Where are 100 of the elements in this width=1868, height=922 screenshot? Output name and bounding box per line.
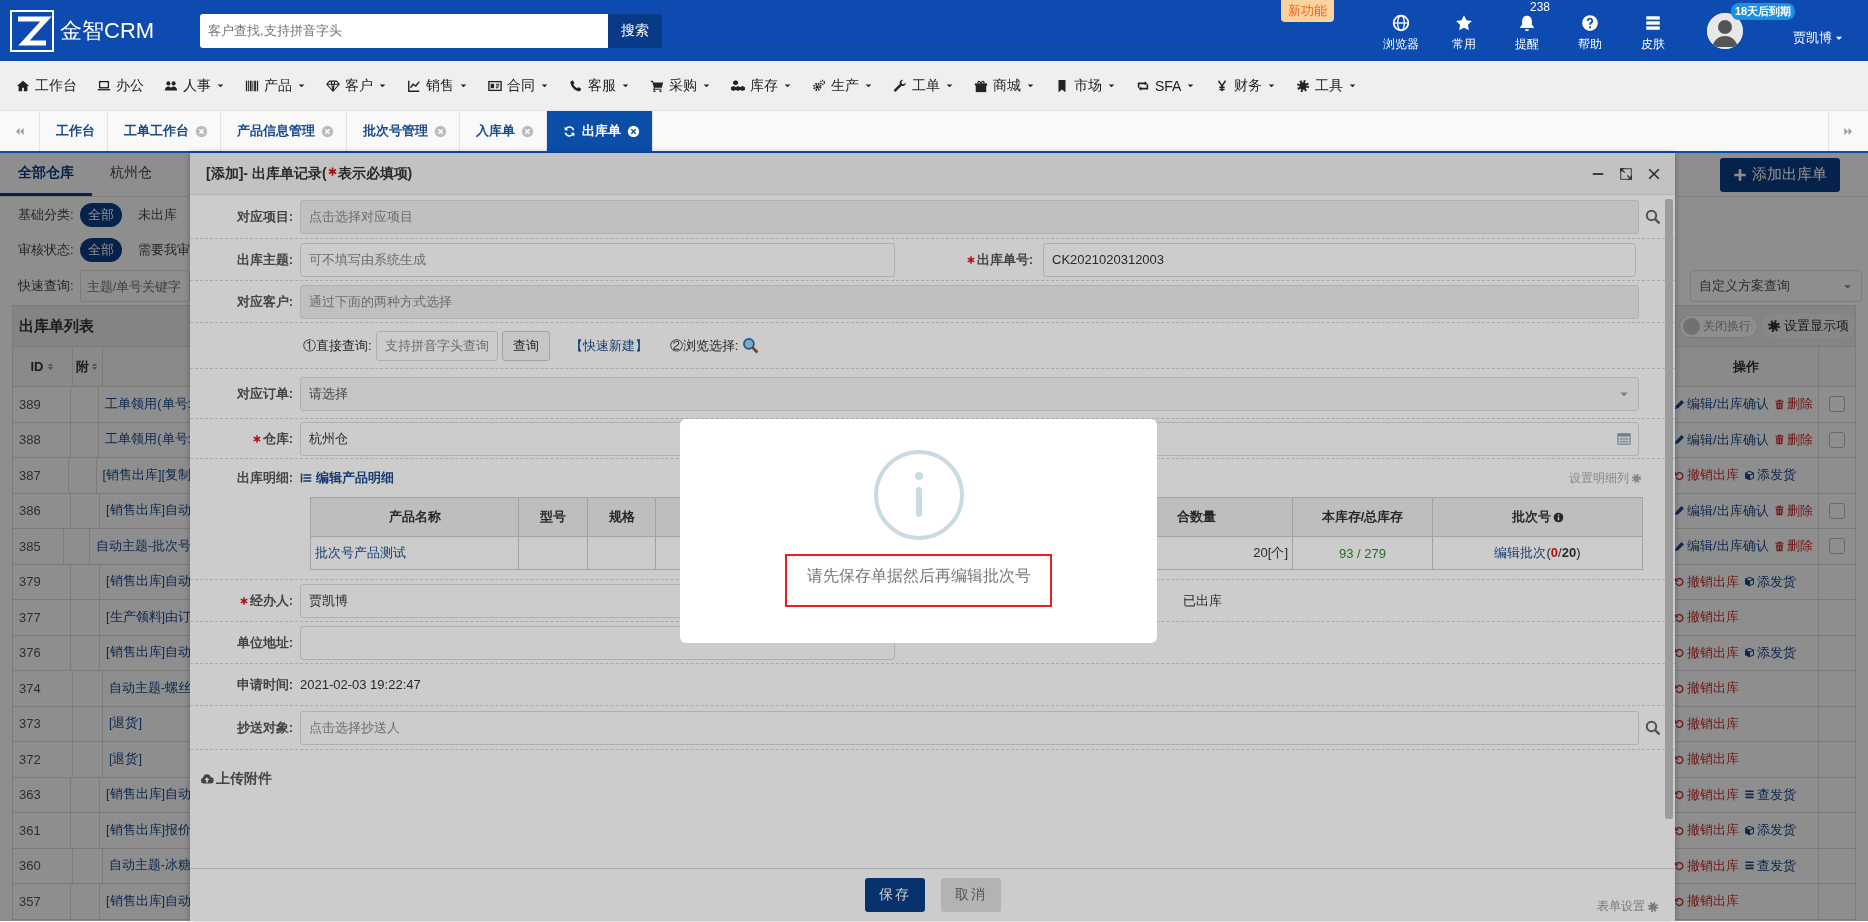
select-field[interactable]: 请选择 (300, 376, 1639, 411)
action-link[interactable]: 添发货 (1744, 572, 1796, 591)
query-button[interactable]: 查询 (501, 330, 550, 361)
action-link[interactable]: 撤销出库 (1674, 572, 1739, 591)
text-field[interactable]: 可不填写由系统生成 (300, 242, 895, 277)
menu-item[interactable]: 办公 (87, 61, 154, 110)
subject-link[interactable]: 工单领用(单号: (99, 431, 191, 449)
search-icon[interactable] (1645, 208, 1661, 225)
edit-details-link[interactable]: 编辑产品明细 (300, 469, 394, 487)
search-field[interactable]: 客户查找,支持拼音字头 (200, 13, 608, 48)
toolbar-button[interactable]: 浏览器 (1370, 0, 1431, 61)
subject-link[interactable]: [生产领料]由订 (100, 608, 191, 626)
maximize-icon[interactable] (1619, 166, 1633, 181)
subject-link[interactable]: [销售出库]报价 (100, 821, 191, 839)
menu-item[interactable]: 客服 (559, 61, 640, 110)
action-link[interactable]: 撤销出库 (1674, 821, 1739, 840)
text-field[interactable]: 支持拼音字头查询 (375, 330, 498, 361)
text-field[interactable]: 点击选择对应项目 (300, 199, 1639, 234)
menu-item[interactable]: SFA (1126, 61, 1206, 110)
action-link[interactable]: 撤销出库 (1674, 750, 1739, 769)
toolbar-button[interactable]: 帮助 (1559, 0, 1620, 61)
action-link[interactable]: 删除 (1773, 430, 1813, 449)
scrollbar[interactable] (1665, 199, 1673, 819)
tab[interactable]: 批次号管理 (347, 111, 460, 151)
subject-link[interactable]: [销售出库]自动 (100, 644, 191, 662)
search-button[interactable]: 搜索 (608, 13, 662, 48)
action-link[interactable]: 撤销出库 (1674, 466, 1739, 485)
calendar-icon[interactable] (1617, 431, 1631, 446)
upload-link[interactable]: 上传附件 (200, 770, 272, 788)
toolbar-button[interactable]: 皮肤 (1622, 0, 1683, 61)
sort-icon[interactable] (45, 361, 55, 372)
action-link[interactable]: 撤销出库 (1674, 714, 1739, 733)
checkbox[interactable] (1829, 431, 1845, 448)
action-link[interactable]: 添发货 (1744, 643, 1796, 662)
checkbox[interactable] (1829, 396, 1845, 413)
user-menu[interactable]: 贾凯博 (1793, 28, 1844, 47)
save-button[interactable]: 保存 (864, 878, 925, 912)
select-field[interactable]: 自定义方案查询 (1690, 270, 1862, 302)
menu-item[interactable]: 人事 (154, 61, 235, 110)
close-icon[interactable] (1647, 166, 1661, 181)
search-icon[interactable] (1645, 719, 1661, 736)
edit-batch-link[interactable]: 编辑批次 (1494, 545, 1547, 560)
tab[interactable]: 工单工作台 (108, 111, 221, 151)
action-link[interactable]: 撤销出库 (1674, 679, 1739, 698)
filter-option[interactable]: 全部 (79, 237, 122, 262)
sort-icon[interactable] (90, 361, 99, 372)
action-link[interactable]: 撤销出库 (1674, 643, 1739, 662)
filter-option[interactable]: 全部 (79, 202, 122, 227)
menu-item[interactable]: 工具 (1286, 61, 1368, 110)
checkbox[interactable] (1829, 502, 1845, 519)
menu-item[interactable]: 市场 (1045, 61, 1126, 110)
action-link[interactable]: 撤销出库 (1674, 892, 1739, 911)
action-link[interactable]: 编辑/出库确认 (1674, 395, 1769, 414)
menu-item[interactable]: 财务 (1205, 61, 1287, 110)
action-link[interactable]: 撤销出库 (1674, 856, 1739, 875)
menu-item[interactable]: 库存 (721, 61, 802, 110)
magnifier-icon[interactable] (742, 337, 760, 354)
tab[interactable]: 全部仓库 (0, 153, 92, 196)
menu-item[interactable]: 工作台 (6, 61, 87, 110)
filter-option[interactable]: 未出库 (129, 202, 185, 227)
action-link[interactable]: 添发货 (1744, 821, 1796, 840)
action-link[interactable]: 查发货 (1744, 785, 1796, 804)
action-link[interactable]: 编辑/出库确认 (1674, 501, 1769, 520)
subject-link[interactable]: [销售出库]自动 (100, 573, 191, 591)
action-link[interactable]: 删除 (1773, 395, 1813, 414)
tab[interactable]: 工作台 (40, 111, 108, 151)
form-settings-link[interactable]: 表单设置 (1597, 898, 1659, 915)
display-settings-button[interactable]: 设置显示项 (1762, 314, 1854, 338)
menu-item[interactable]: 生产 (802, 61, 883, 110)
tab[interactable]: 杭州仓 (92, 153, 170, 196)
toolbar-button[interactable]: 238 提醒 (1496, 0, 1557, 61)
subject-link[interactable]: 自动主题-螺丝 (102, 679, 191, 697)
menu-item[interactable]: 产品 (235, 61, 316, 110)
action-link[interactable]: 添发货 (1744, 466, 1796, 485)
menu-item[interactable]: 销售 (397, 61, 478, 110)
menu-item[interactable]: 工单 (883, 61, 964, 110)
subject-link[interactable]: [销售出库]自动 (100, 786, 191, 804)
product-link[interactable]: 批次号产品测试 (315, 545, 406, 560)
menu-item[interactable]: 合同 (478, 61, 559, 110)
menu-item[interactable]: 客户 (316, 61, 397, 110)
subject-link[interactable]: [销售出库]自动 (100, 892, 191, 910)
text-field[interactable]: CK2021020312003 (1043, 242, 1636, 277)
text-field[interactable]: 点击选择抄送人 (300, 710, 1639, 745)
action-link[interactable]: 删除 (1773, 501, 1813, 520)
text-field[interactable]: 通过下面的两种方式选择 (300, 284, 1639, 319)
action-link[interactable]: 编辑/出库确认 (1674, 537, 1769, 556)
checkbox[interactable] (1829, 538, 1845, 555)
action-link[interactable]: 撤销出库 (1674, 785, 1739, 804)
subject-link[interactable]: [退货] (103, 750, 142, 768)
subject-link[interactable]: [销售出库]自动 (100, 502, 191, 520)
subject-link[interactable]: 自动主题-冰糖 (102, 857, 191, 875)
tab[interactable]: 出库单 (547, 111, 653, 151)
close-icon[interactable] (627, 124, 640, 138)
action-link[interactable]: 编辑/出库确认 (1674, 430, 1769, 449)
cancel-button[interactable]: 取消 (940, 878, 1001, 912)
toolbar-button[interactable]: 常用 (1433, 0, 1494, 61)
subject-link[interactable]: 自动主题-批次号 (89, 537, 191, 555)
action-link[interactable]: 删除 (1773, 537, 1813, 556)
menu-item[interactable]: 商城 (964, 61, 1045, 110)
quick-create-link[interactable]: 【快速新建】 (569, 336, 648, 355)
